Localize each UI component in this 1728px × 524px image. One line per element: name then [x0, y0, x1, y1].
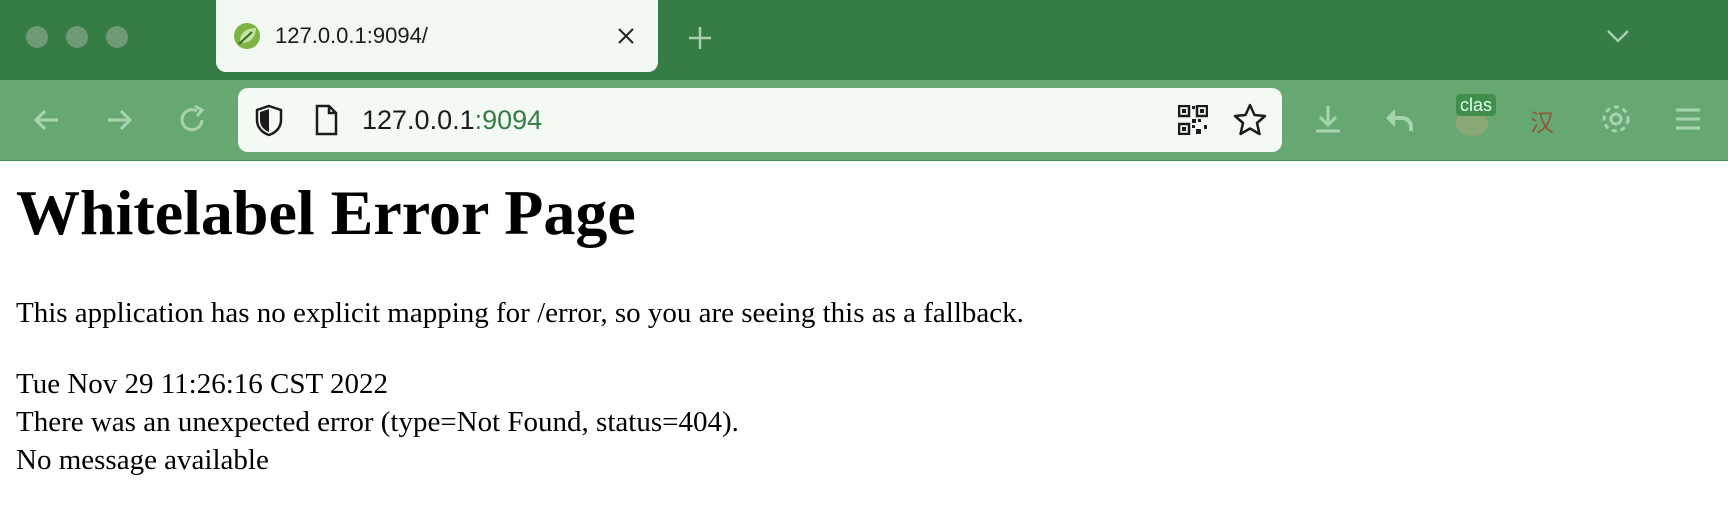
zoom-window-button[interactable] [106, 26, 128, 48]
download-icon[interactable] [1311, 102, 1345, 136]
translate-extension-icon[interactable]: 汉 [1530, 103, 1554, 138]
url-text[interactable]: 127.0.0.1:9094 [362, 103, 542, 137]
url-host: 127.0.0.1 [362, 105, 475, 135]
gear-icon[interactable] [1599, 102, 1633, 136]
minimize-window-button[interactable] [66, 26, 88, 48]
error-message: No message available [16, 444, 269, 476]
close-icon[interactable] [614, 24, 638, 48]
error-type-status: There was an unexpected error (type=Not … [16, 406, 739, 438]
error-description: This application has no explicit mapping… [16, 297, 1024, 329]
bookmark-star-icon[interactable] [1232, 102, 1268, 138]
title-bar: 127.0.0.1:9094/ [0, 0, 1728, 80]
menu-icon[interactable] [1671, 102, 1705, 136]
back-arrow-icon[interactable] [30, 103, 64, 137]
error-details: Tue Nov 29 11:26:16 CST 2022 There was a… [16, 365, 739, 479]
reload-icon[interactable] [175, 103, 209, 137]
shield-icon[interactable] [252, 103, 286, 137]
qr-code-icon[interactable] [1178, 105, 1208, 135]
url-port: :9094 [474, 105, 543, 135]
extension-badge[interactable]: clas [1456, 94, 1497, 116]
page-title: Whitelabel Error Page [16, 177, 636, 248]
browser-tab[interactable]: 127.0.0.1:9094/ [216, 0, 658, 72]
page-icon[interactable] [309, 103, 343, 137]
address-bar[interactable]: 127.0.0.1:9094 [238, 88, 1282, 152]
spring-leaf-icon [234, 23, 260, 49]
chevron-down-icon[interactable] [1604, 24, 1632, 48]
plus-icon[interactable] [686, 24, 714, 52]
error-timestamp: Tue Nov 29 11:26:16 CST 2022 [16, 368, 388, 400]
reply-arrow-icon[interactable] [1382, 102, 1416, 136]
forward-arrow-icon[interactable] [102, 103, 136, 137]
tab-title: 127.0.0.1:9094/ [275, 23, 428, 48]
close-window-button[interactable] [26, 26, 48, 48]
